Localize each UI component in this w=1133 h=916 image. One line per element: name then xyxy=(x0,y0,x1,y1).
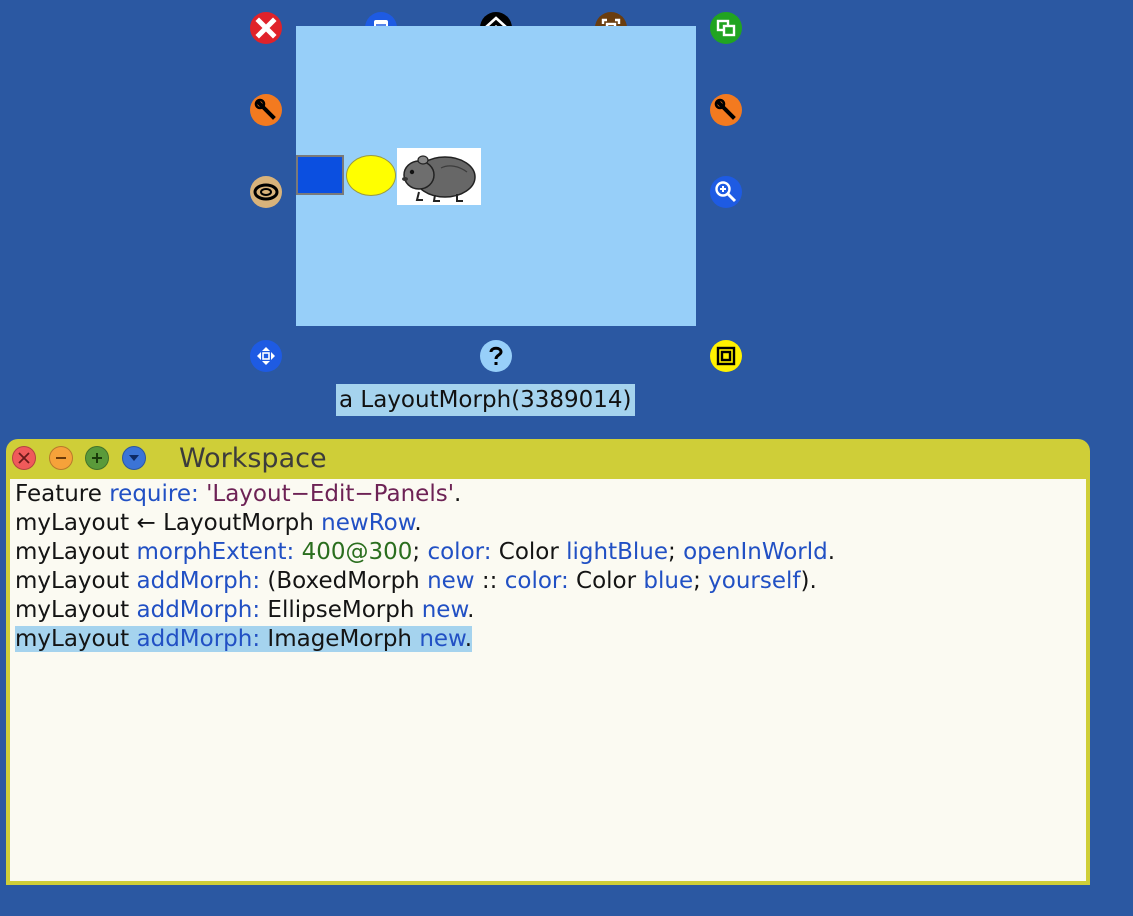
code-token: . xyxy=(467,597,475,623)
code-token-kw: yourself xyxy=(708,568,801,594)
code-line-text: myLayout morphExtent: 400@300; color: Co… xyxy=(15,539,835,565)
ellipse-morph[interactable] xyxy=(346,155,396,196)
code-token: . xyxy=(414,510,422,536)
code-token-kw: newRow xyxy=(321,510,415,536)
code-line-text: myLayout addMorph: ImageMorph new. xyxy=(15,626,473,652)
guinea-pig-image xyxy=(402,155,476,202)
code-token: myLayout xyxy=(15,539,137,565)
debug-right-halo-handle[interactable] xyxy=(710,94,742,126)
code-line[interactable]: myLayout addMorph: EllipseMorph new. xyxy=(15,596,474,625)
code-token-num: 400@300 xyxy=(301,539,413,565)
wrench-icon xyxy=(710,94,742,126)
image-morph[interactable] xyxy=(397,148,481,205)
code-token: Color xyxy=(568,568,644,594)
help-halo-handle[interactable] xyxy=(480,340,512,372)
code-token: ). xyxy=(800,568,817,594)
code-token-kw: color: xyxy=(504,568,569,594)
code-token: ImageMorph xyxy=(260,626,420,652)
dismiss-halo-handle[interactable] xyxy=(250,12,282,44)
code-token-kw: blue xyxy=(643,568,694,594)
duplicate-halo-handle[interactable] xyxy=(710,12,742,44)
code-line[interactable]: myLayout addMorph: ImageMorph new. xyxy=(15,625,473,654)
code-token: ; xyxy=(668,539,684,565)
collapse-icon xyxy=(250,176,282,208)
code-token-kw: new xyxy=(419,626,465,652)
resize-halo-handle[interactable] xyxy=(710,340,742,372)
window-expand-button[interactable] xyxy=(85,446,109,470)
code-line-text: Feature require: 'Layout−Edit−Panels'. xyxy=(15,481,461,507)
scale-halo-handle[interactable] xyxy=(710,176,742,208)
code-editor[interactable]: Feature require: 'Layout−Edit−Panels'. my… xyxy=(10,479,1086,881)
code-token: . xyxy=(464,626,473,652)
code-token-kw: color: xyxy=(427,539,492,565)
window-menu-button[interactable] xyxy=(122,446,146,470)
rotate-halo-handle[interactable] xyxy=(250,340,282,372)
morph-name-label[interactable]: a LayoutMorph(3389014) xyxy=(336,384,635,416)
collapse-halo-handle[interactable] xyxy=(250,176,282,208)
code-token: EllipseMorph xyxy=(260,597,422,623)
code-token-kw: openInWorld xyxy=(683,539,828,565)
code-token-kw: addMorph: xyxy=(136,597,261,623)
close-icon xyxy=(250,12,282,44)
code-token-str: 'Layout−Edit−Panels' xyxy=(206,481,455,507)
code-token-kw: addMorph: xyxy=(136,626,261,652)
debug-halo-handle[interactable] xyxy=(250,94,282,126)
boxed-morph[interactable] xyxy=(296,155,344,195)
duplicate-icon xyxy=(710,12,742,44)
code-line-text: myLayout ← LayoutMorph newRow. xyxy=(15,510,422,536)
code-token: Color xyxy=(491,539,567,565)
code-line-text: myLayout addMorph: (BoxedMorph new :: co… xyxy=(15,568,817,594)
minus-icon xyxy=(56,457,66,459)
code-token: myLayout xyxy=(15,597,137,623)
code-line[interactable]: Feature require: 'Layout−Edit−Panels'. xyxy=(15,480,461,509)
code-token: Feature xyxy=(15,481,110,507)
window-titlebar[interactable]: Workspace xyxy=(6,439,1090,479)
code-token-kw: morphExtent: xyxy=(136,539,295,565)
code-line[interactable]: myLayout ← LayoutMorph newRow. xyxy=(15,509,422,538)
code-token-kw: addMorph: xyxy=(136,568,261,594)
workspace-window[interactable]: Workspace Feature require: 'Layout−Edit−… xyxy=(6,439,1090,885)
code-line-text: myLayout addMorph: EllipseMorph new. xyxy=(15,597,474,623)
code-token: . xyxy=(827,539,836,565)
close-icon xyxy=(18,452,30,464)
window-collapse-button[interactable] xyxy=(49,446,73,470)
code-line[interactable]: myLayout addMorph: (BoxedMorph new :: co… xyxy=(15,567,817,596)
chevron-down-icon xyxy=(129,455,139,461)
code-token: ; xyxy=(412,539,428,565)
rotate-icon xyxy=(250,340,282,372)
code-token-kw: lightBlue xyxy=(566,539,668,565)
code-line[interactable]: myLayout morphExtent: 400@300; color: Co… xyxy=(15,538,835,567)
code-token-kw: require: xyxy=(109,481,199,507)
code-token-kw: new xyxy=(421,597,468,623)
code-token-kw: new xyxy=(427,568,475,594)
code-token: myLayout xyxy=(15,626,137,652)
resize-icon xyxy=(710,340,742,372)
wrench-icon xyxy=(250,94,282,126)
zoom-in-icon xyxy=(710,176,742,208)
code-token: (BoxedMorph xyxy=(260,568,428,594)
plus-icon xyxy=(92,453,102,463)
help-icon xyxy=(480,340,512,372)
code-token: . xyxy=(454,481,462,507)
window-title: Workspace xyxy=(179,443,327,474)
code-token: ; xyxy=(693,568,709,594)
code-token: myLayout ← LayoutMorph xyxy=(15,510,322,536)
window-close-button[interactable] xyxy=(12,446,36,470)
code-token: :: xyxy=(474,568,505,594)
code-token: myLayout xyxy=(15,568,137,594)
